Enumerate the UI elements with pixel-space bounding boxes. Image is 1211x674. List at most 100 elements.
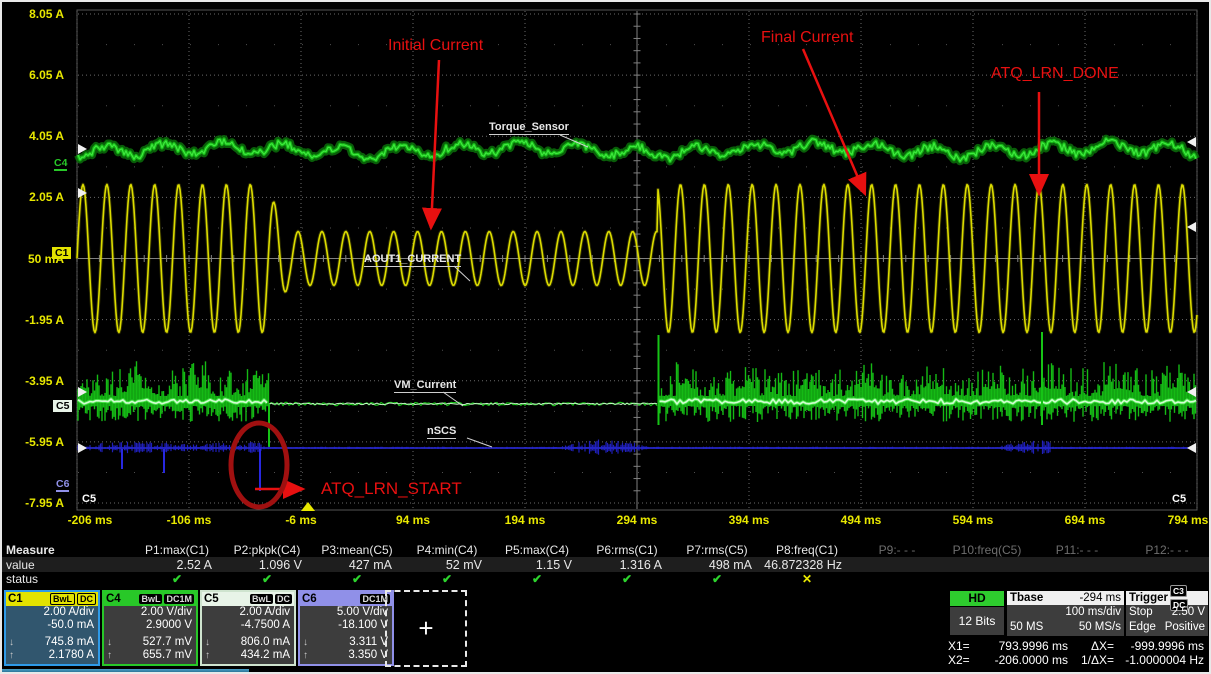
cursor-readout: X1= 793.9996 ms ΔX= -999.9996 ms X2= -20… xyxy=(948,639,1204,667)
measure-value-p6: 1.316 A xyxy=(582,558,672,572)
channel-offset-value: -18.100 V xyxy=(300,619,392,632)
timebase-box[interactable]: Tbase -294 ms 100 ms/div 50 MS 50 MS/s xyxy=(1007,591,1124,636)
x-axis-label: 594 ms xyxy=(933,513,1013,527)
timebase-per-div: 100 ms/div xyxy=(1065,605,1121,620)
measure-column-header-p5[interactable]: P5:max(C4) xyxy=(492,543,582,557)
channel-marker-c1[interactable]: C1 xyxy=(52,247,71,259)
channel-max-value: 655.7 mV xyxy=(143,649,192,662)
right-offset-arrow-icon xyxy=(1187,137,1196,147)
trace-label-aout1-current: AOUT1_CURRENT xyxy=(364,253,461,267)
channel-min-value: 527.7 mV xyxy=(143,636,192,649)
measure-column-header-p10[interactable]: P10:freq(C5) xyxy=(942,543,1032,557)
trigger-mode: Stop xyxy=(1129,605,1153,620)
channel-id-label: C4 xyxy=(106,592,121,606)
measure-column-header-p8[interactable]: P8:freq(C1) xyxy=(762,543,852,557)
trigger-slope: Positive xyxy=(1165,620,1205,635)
channel-min-row: ↓806.0 mA xyxy=(202,636,294,649)
channel-min-row: ↓527.7 mV xyxy=(104,636,196,649)
trigger-title: Trigger xyxy=(1129,591,1168,605)
channel-marker-c6[interactable]: C6 xyxy=(56,478,69,492)
x-axis-label: -206 ms xyxy=(50,513,130,527)
plus-icon: + xyxy=(418,613,433,644)
trigger-level: 2.50 V xyxy=(1172,605,1205,620)
min-arrow-icon: ↓ xyxy=(9,636,14,649)
trigger-source-badge: C3 xyxy=(1170,585,1187,597)
channel-scale-value: 2.00 A/div xyxy=(202,606,294,619)
x-axis-label: -6 ms xyxy=(261,513,341,527)
channel-marker-c4[interactable]: C4 xyxy=(54,157,67,171)
channel-badges: BwLDC xyxy=(50,593,96,605)
check-icon: ✔ xyxy=(492,573,582,586)
y-axis-label: -1.95 A xyxy=(4,313,64,327)
max-arrow-icon: ↑ xyxy=(9,649,14,662)
channel-marker-c5[interactable]: C5 xyxy=(53,400,72,412)
channel-badge-dc: DC xyxy=(275,594,292,604)
measure-column-header-p3[interactable]: P3:mean(C5) xyxy=(312,543,402,557)
y-axis-label: 2.05 A xyxy=(4,190,64,204)
channel-badges: BwLDC1M xyxy=(139,594,194,604)
check-icon: ✔ xyxy=(582,573,672,586)
label-leader-line xyxy=(467,438,492,447)
channel-offset-value: 2.9000 V xyxy=(104,619,196,632)
measure-column-header-p12[interactable]: P12:- - - xyxy=(1122,543,1211,557)
x-axis-label: -106 ms xyxy=(149,513,229,527)
inv-dx-label: 1/ΔX= xyxy=(1068,653,1114,667)
x1-value: 793.9996 ms xyxy=(980,639,1068,653)
measure-value-p4: 52 mV xyxy=(402,558,492,572)
measure-column-header-p9[interactable]: P9:- - - xyxy=(852,543,942,557)
min-arrow-icon: ↓ xyxy=(205,636,210,649)
right-offset-arrow-icon xyxy=(1187,443,1196,453)
trigger-position-marker-icon[interactable] xyxy=(301,502,315,511)
channel-box-c4[interactable]: C4 BwLDC1M 2.00 V/div2.9000 V ↓527.7 mV↑ 655… xyxy=(102,590,198,666)
acquisition-box[interactable]: HD 12 Bits xyxy=(950,591,1004,636)
x-axis-label: 494 ms xyxy=(821,513,901,527)
channel-box-header: C4 BwLDC1M xyxy=(104,592,196,606)
measure-value-p8: 46.872328 Hz xyxy=(762,558,852,572)
status-row-label: status xyxy=(2,572,132,586)
cursor-label-left: C5 xyxy=(82,493,96,505)
x-axis-label: 294 ms xyxy=(597,513,677,527)
channel-min-value: 745.8 mA xyxy=(45,636,94,649)
max-arrow-icon: ↑ xyxy=(303,649,308,662)
measure-column-header-p6[interactable]: P6:rms(C1) xyxy=(582,543,672,557)
channel-badge-bwl: BwL xyxy=(50,593,75,605)
x2-value: -206.0000 ms xyxy=(980,653,1068,667)
channel-scale-value: 2.00 V/div xyxy=(104,606,196,619)
channel-box-header: C6DC1M xyxy=(300,592,392,606)
max-arrow-icon: ↑ xyxy=(107,649,112,662)
y-axis-label: -3.95 A xyxy=(4,374,64,388)
channel-box-c6[interactable]: C6DC1M5.00 V/div-18.100 V↓3.311 V↑3.350 … xyxy=(298,590,394,666)
channel-box-c1[interactable]: C1BwLDC2.00 A/div-50.0 mA↓745.8 mA↑2.178… xyxy=(4,590,100,666)
measure-value-p2: 1.096 V xyxy=(222,558,312,572)
timebase-title: Tbase xyxy=(1010,591,1043,605)
trigger-box[interactable]: Trigger C3 DC Stop 2.50 V Edge Positive xyxy=(1126,591,1208,636)
channel-box-header: C5BwLDC xyxy=(202,592,294,606)
x1-label: X1= xyxy=(948,639,980,653)
measure-column-header-p2[interactable]: P2:pkpk(C4) xyxy=(222,543,312,557)
measure-column-header-p4[interactable]: P4:min(C4) xyxy=(402,543,492,557)
measure-table: MeasureP1:max(C1)P2:pkpk(C4)P3:mean(C5)P… xyxy=(2,542,1211,586)
hd-mode-badge: HD xyxy=(950,591,1004,606)
callout-final-current: Final Current xyxy=(761,29,853,47)
x2-label: X2= xyxy=(948,653,980,667)
measure-column-header-p1[interactable]: P1:max(C1) xyxy=(132,543,222,557)
measure-value-p1: 2.52 A xyxy=(132,558,222,572)
check-icon: ✔ xyxy=(402,573,492,586)
channel-max-value: 434.2 mA xyxy=(241,649,290,662)
measure-column-header-p7[interactable]: P7:rms(C5) xyxy=(672,543,762,557)
y-axis-label: 4.05 A xyxy=(4,129,64,143)
annotation-arrow-icon xyxy=(431,60,439,228)
measure-row-label: Measure xyxy=(2,543,132,557)
channel-badge-bwl: BwL xyxy=(250,594,273,604)
channel-box-c5[interactable]: C5BwLDC2.00 A/div-4.7500 A↓806.0 mA↑434.… xyxy=(200,590,296,666)
add-trace-button[interactable]: + xyxy=(385,590,467,667)
x-axis-label: 794 ms xyxy=(1148,513,1211,527)
measure-column-header-p11[interactable]: P11:- - - xyxy=(1032,543,1122,557)
timebase-sample-rate: 50 MS/s xyxy=(1079,620,1121,635)
inv-dx-value: -1.0000004 Hz xyxy=(1114,653,1204,667)
y-axis-label: 8.05 A xyxy=(4,7,64,21)
channel-max-value: 2.1780 A xyxy=(49,649,94,662)
channel-id-label: C1 xyxy=(8,592,23,606)
check-icon: ✔ xyxy=(222,573,312,586)
y-axis-label: -7.95 A xyxy=(4,496,64,510)
